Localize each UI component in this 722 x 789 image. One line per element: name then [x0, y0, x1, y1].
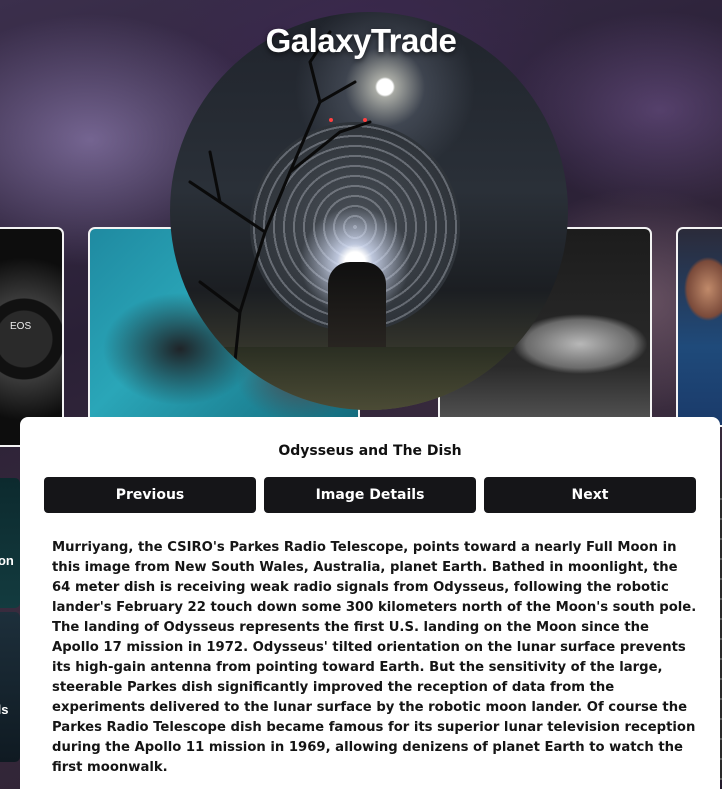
image-details-button[interactable]: Image Details	[264, 477, 476, 513]
tree-silhouette	[188, 30, 372, 410]
app-title: GalaxyTrade	[265, 22, 457, 59]
carousel-card-left-1[interactable]	[0, 478, 20, 608]
side-card-label: ils	[0, 702, 9, 717]
previous-button[interactable]: Previous	[44, 477, 256, 513]
image-description: Murriyang, the CSIRO's Parkes Radio Tele…	[52, 540, 697, 775]
featured-image[interactable]	[170, 12, 568, 410]
side-card-label: oon	[0, 553, 14, 568]
image-info-panel: Odysseus and The Dish Previous Image Det…	[20, 417, 720, 789]
camera-brand-label: EOS	[10, 321, 32, 332]
carousel-card-camera[interactable]: EOS	[0, 227, 64, 447]
carousel-card-left-2[interactable]	[0, 612, 20, 762]
image-title: Odysseus and The Dish	[278, 443, 462, 459]
next-button[interactable]: Next	[484, 477, 696, 513]
carousel-card-person[interactable]	[676, 227, 722, 427]
